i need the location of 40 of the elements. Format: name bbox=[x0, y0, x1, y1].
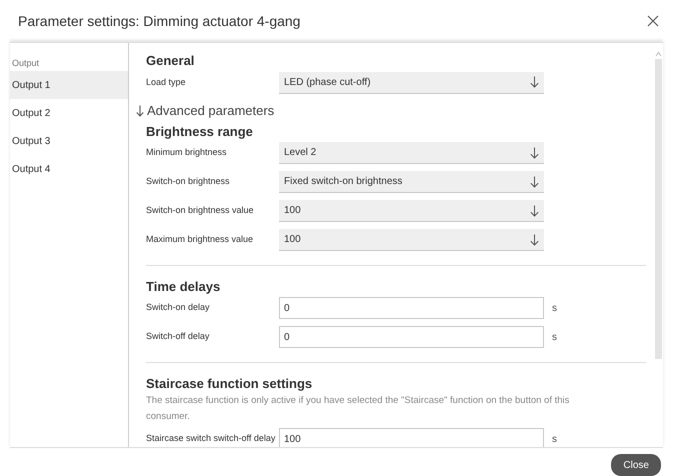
input-field[interactable]: 100 bbox=[279, 428, 544, 447]
dropdown[interactable]: Fixed switch-on brightness bbox=[279, 171, 544, 193]
input-field[interactable]: 0 bbox=[279, 297, 544, 319]
sidebar-item[interactable]: Output 1 bbox=[10, 71, 128, 99]
section-heading: Staircase function settings bbox=[146, 374, 314, 390]
section-heading: Brightness range bbox=[146, 122, 254, 138]
down-arrow-icon bbox=[530, 204, 539, 216]
dropdown[interactable]: 100 bbox=[279, 229, 544, 251]
field-label: Minimum brightness bbox=[146, 146, 228, 160]
down-arrow-icon bbox=[136, 104, 144, 117]
field-label: Staircase switch switch-off delay bbox=[146, 432, 276, 446]
close-icon[interactable] bbox=[647, 15, 659, 27]
field-label: Switch-on brightness bbox=[146, 175, 231, 188]
sidebar-item[interactable]: Output 4 bbox=[10, 155, 128, 183]
unit-label: s bbox=[552, 330, 557, 344]
dropdown[interactable]: 100 bbox=[279, 200, 544, 222]
scrollbar-thumb[interactable] bbox=[655, 59, 662, 359]
down-arrow-icon bbox=[530, 76, 539, 88]
sidebar-item[interactable]: Output 3 bbox=[10, 127, 128, 155]
field-label: Maximum brightness value bbox=[146, 233, 254, 246]
sidebar-item[interactable]: Output 2 bbox=[10, 99, 128, 127]
advanced-parameters-toggle[interactable]: Advanced parameters bbox=[136, 101, 274, 120]
down-arrow-icon bbox=[530, 146, 539, 158]
field-label: Load type bbox=[146, 76, 187, 89]
window-title: Parameter settings: Dimming actuator 4-gang bbox=[18, 12, 300, 31]
down-arrow-icon bbox=[530, 234, 539, 246]
sidebar-header: Output bbox=[11, 57, 40, 70]
field-label: Switch-on delay bbox=[146, 301, 211, 314]
input-field[interactable]: 0 bbox=[279, 326, 544, 348]
section-heading: General bbox=[146, 52, 196, 68]
unit-label: s bbox=[552, 432, 557, 446]
dropdown[interactable]: Level 2 bbox=[279, 142, 544, 164]
unit-label: s bbox=[552, 302, 557, 316]
dropdown[interactable]: LED (phase cut-off) bbox=[279, 72, 544, 94]
section-heading: Time delays bbox=[146, 278, 222, 294]
section-description: The staircase function is only active if you have selected the "Staircase" function on the button of this consumer. bbox=[146, 394, 570, 424]
field-label: Switch-off delay bbox=[146, 330, 210, 344]
down-arrow-icon bbox=[530, 176, 539, 188]
close-button[interactable]: Close bbox=[611, 454, 661, 476]
field-label: Switch-on brightness value bbox=[146, 204, 255, 218]
